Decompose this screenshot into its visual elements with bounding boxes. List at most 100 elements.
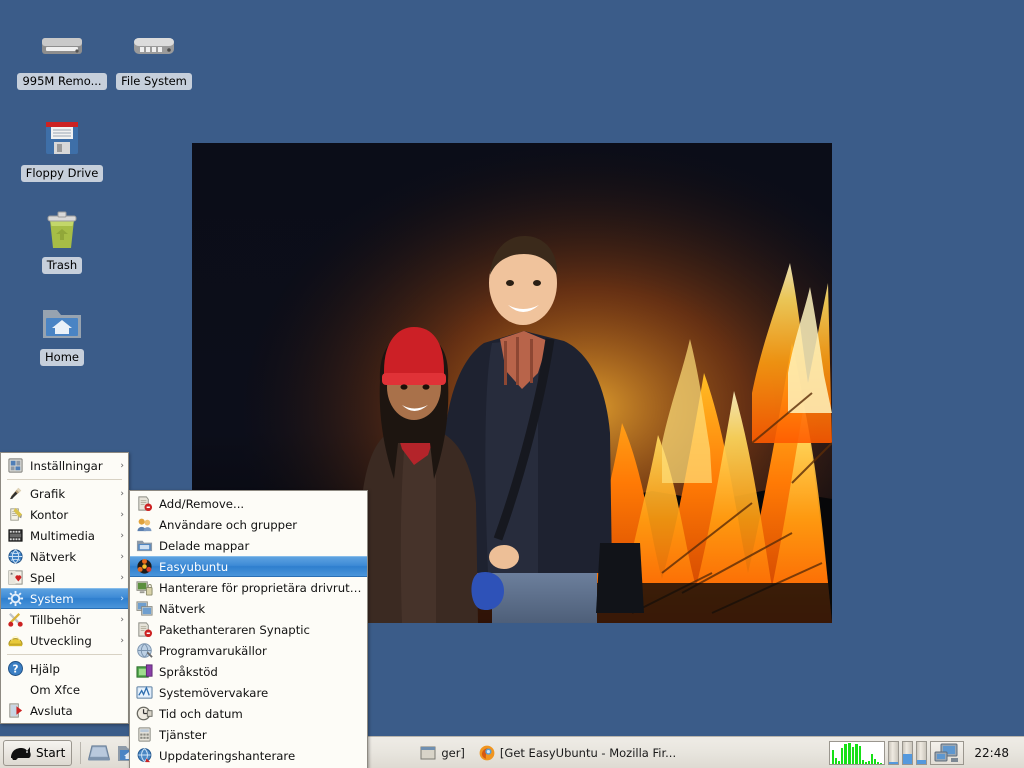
clock[interactable]: 22:48 (967, 746, 1016, 760)
submenu-item-label: Uppdateringshanterare (159, 748, 296, 763)
menu-item-tillbehör[interactable]: Tillbehör › (1, 609, 128, 630)
submenu-item-easyubuntu[interactable]: Easyubuntu (130, 556, 367, 577)
menu-item-inställningar[interactable]: Inställningar › (1, 455, 128, 476)
menu-item-hjälp[interactable]: ? Hjälp (1, 658, 128, 679)
menu-item-spel[interactable]: * Spel › (1, 567, 128, 588)
desktop-icon-label: Floppy Drive (20, 165, 104, 182)
submenu-item-label: Delade mappar (159, 538, 250, 553)
chevron-right-icon: › (120, 635, 124, 646)
submenu-item-label: Nätverk (159, 601, 206, 616)
home-folder-icon (38, 298, 86, 346)
menu-item-grafik[interactable]: Grafik › (1, 483, 128, 504)
submenu-item-label: Programvarukällor (159, 643, 267, 658)
submenu-item-label: Användare och grupper (159, 517, 298, 532)
submenu-item-tjänster[interactable]: Tjänster (130, 724, 367, 745)
submenu-item-add-remove[interactable]: Add/Remove... (130, 493, 367, 514)
network-tray-icon[interactable] (930, 740, 965, 765)
meter-1[interactable] (888, 740, 900, 765)
desktop-icon-floppy-drive[interactable]: Floppy Drive (16, 114, 108, 182)
taskbar-window-button[interactable]: ger] (414, 741, 471, 765)
users-icon (135, 516, 153, 534)
system-submenu[interactable]: Add/Remove... Användare och grupper Dela… (129, 490, 368, 768)
svg-text:?: ? (12, 663, 18, 675)
menu-item-nätverk[interactable]: Nätverk › (1, 546, 128, 567)
menu-item-kontor[interactable]: Kontor › (1, 504, 128, 525)
menu-item-label: System (30, 591, 74, 606)
submenu-item-uppdateringshanterare[interactable]: Uppdateringshanterare (130, 745, 367, 766)
office-icon (6, 506, 24, 524)
sysmonitor-icon (135, 684, 153, 702)
menu-separator (7, 479, 122, 480)
submenu-item-användare-och-grupper[interactable]: Användare och grupper (130, 514, 367, 535)
menu-item-label: Spel (30, 570, 56, 585)
none (6, 681, 24, 699)
submenu-item-label: Easyubuntu (159, 559, 229, 574)
desktop-icon-trash[interactable]: Trash (16, 206, 108, 274)
network-icon (6, 548, 24, 566)
submenu-item-label: Tjänster (159, 727, 207, 742)
submenu-item-programvarukällor[interactable]: Programvarukällor (130, 640, 367, 661)
submenu-item-label: Hanterare för proprietära drivrutiner (159, 580, 363, 595)
meter-2[interactable] (902, 740, 914, 765)
submenu-item-delade-mappar[interactable]: Delade mappar (130, 535, 367, 556)
submenu-item-tid-och-datum[interactable]: Tid och datum (130, 703, 367, 724)
removable-drive-icon (38, 22, 86, 70)
submenu-item-pakethanteraren-synaptic[interactable]: Pakethanteraren Synaptic (130, 619, 367, 640)
submenu-item-label: Språkstöd (159, 664, 218, 679)
chevron-right-icon: › (120, 551, 124, 562)
menu-item-utveckling[interactable]: Utveckling › (1, 630, 128, 651)
menu-item-label: Hjälp (30, 661, 60, 676)
menu-item-label: Utveckling (30, 633, 92, 648)
games-icon: * (6, 569, 24, 587)
system-icon (6, 590, 24, 608)
desktop-icon-label: 995M Remo... (17, 73, 107, 90)
language-icon (135, 663, 153, 681)
desktop-icon-file-system[interactable]: File System (108, 22, 200, 90)
submenu-item-label: Tid och datum (159, 706, 243, 721)
chevron-right-icon: › (120, 488, 124, 499)
menu-item-label: Kontor (30, 507, 69, 522)
chevron-right-icon: › (120, 593, 124, 604)
taskbar-window-button[interactable]: [Get EasyUbuntu - Mozilla Fir... (473, 741, 682, 765)
floppy-disk-icon (38, 114, 86, 162)
menu-item-label: Grafik (30, 486, 66, 501)
development-icon (6, 632, 24, 650)
accessories-icon (6, 611, 24, 629)
cpu-graph-icon[interactable] (829, 740, 886, 765)
network-conf-icon (135, 600, 153, 618)
menu-item-label: Inställningar (30, 458, 103, 473)
menu-item-multimedia[interactable]: Multimedia › (1, 525, 128, 546)
shared-folder-icon (135, 537, 153, 555)
submenu-item-språkstöd[interactable]: Språkstöd (130, 661, 367, 682)
easyubuntu-icon (135, 558, 153, 576)
show-desktop-icon[interactable] (85, 740, 113, 766)
menu-item-system[interactable]: System › (1, 588, 128, 609)
desktop-icon-label: Trash (41, 257, 83, 274)
desktop-icon-label: Home (40, 349, 84, 366)
submenu-item-hanterare-för-proprietära-drivrutiner[interactable]: Hanterare för proprietära drivrutiner (130, 577, 367, 598)
start-button[interactable]: Start (3, 739, 73, 766)
meter-3[interactable] (916, 740, 928, 765)
drivers-icon (135, 579, 153, 597)
system-tray: 22:48 (829, 740, 1021, 765)
submenu-item-nätverk[interactable]: Nätverk (130, 598, 367, 619)
start-menu[interactable]: Inställningar › Grafik › Kontor › Multimedi… (0, 452, 129, 724)
menu-item-avsluta[interactable]: Avsluta (1, 700, 128, 721)
menu-item-label: Om Xfce (30, 682, 81, 697)
tray-meters (888, 740, 928, 765)
software-src-icon (135, 642, 153, 660)
desktop-icon-home[interactable]: Home (16, 298, 108, 366)
menu-item-label: Tillbehör (30, 612, 81, 627)
multimedia-icon (6, 527, 24, 545)
package-icon (135, 495, 153, 513)
taskbar-separator-1 (80, 741, 82, 764)
synaptic-icon (135, 621, 153, 639)
clock-icon (135, 705, 153, 723)
menu-item-om-xfce[interactable]: Om Xfce (1, 679, 128, 700)
desktop-icon-995m-remo[interactable]: 995M Remo... (16, 22, 108, 90)
taskbar-window-label: [Get EasyUbuntu - Mozilla Fir... (499, 745, 677, 760)
quit-icon (6, 702, 24, 720)
submenu-item-systemövervakare[interactable]: Systemövervakare (130, 682, 367, 703)
chevron-right-icon: › (120, 460, 124, 471)
services-icon (135, 726, 153, 744)
